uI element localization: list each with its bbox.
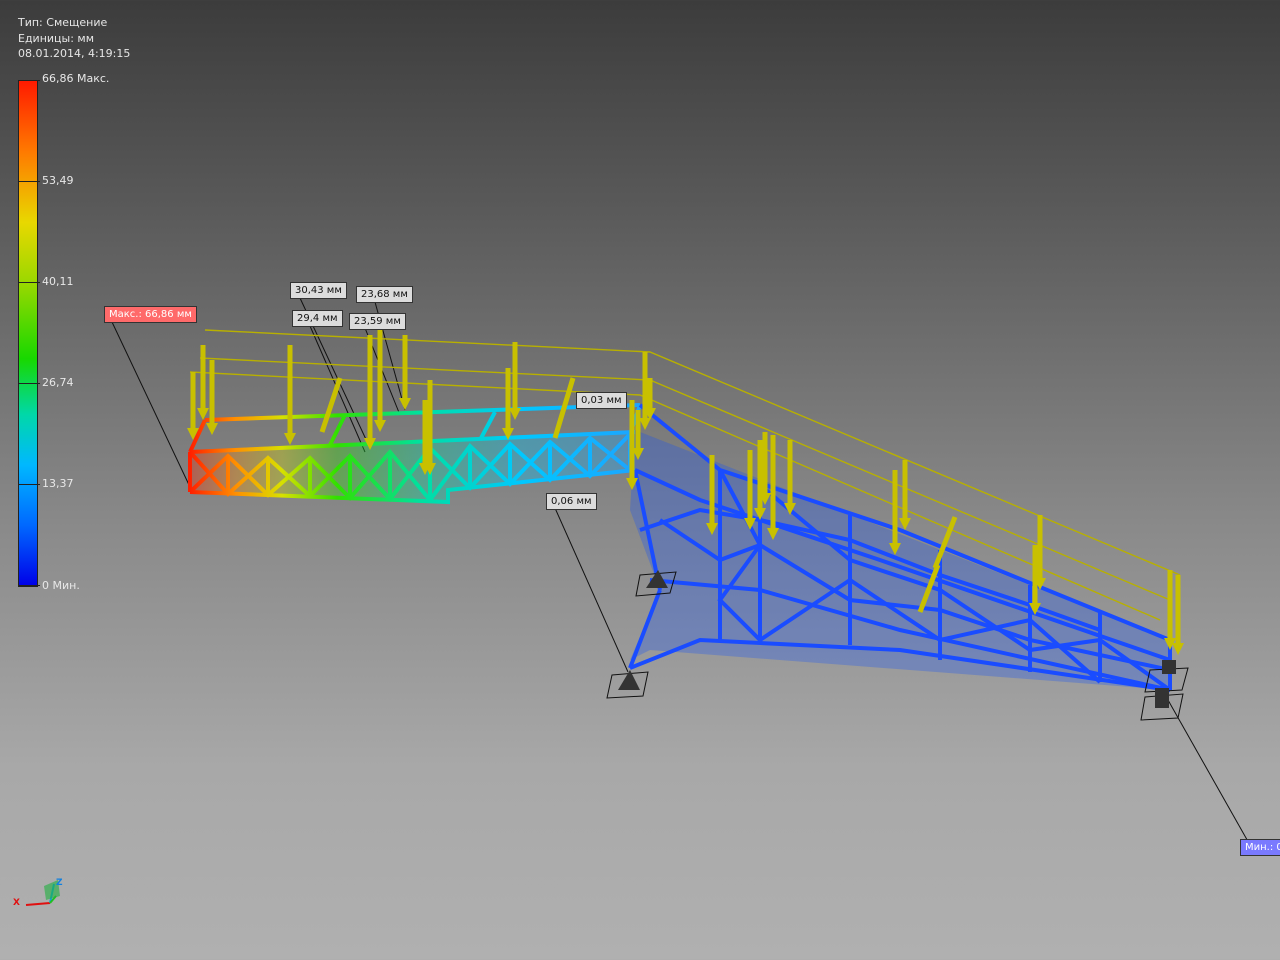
load-arrow-head (284, 433, 296, 445)
axis-z-label: Z (56, 878, 63, 888)
load-arrow-head (399, 398, 411, 410)
load-arrow-head (374, 420, 386, 432)
callout-min[interactable]: Мин.: 0 (1240, 839, 1280, 856)
callout-value[interactable]: 30,43 мм (290, 282, 347, 299)
load-arrow-head (639, 418, 651, 430)
callout-value[interactable]: 0,03 мм (576, 392, 627, 409)
truss-stair-right[interactable] (628, 403, 1172, 692)
load-arrow-head (1172, 643, 1184, 655)
axis-x-label: X (13, 898, 20, 908)
callout-value[interactable]: 23,59 мм (349, 313, 406, 330)
axis-triad[interactable] (25, 880, 60, 906)
callout-value[interactable]: 23,68 мм (356, 286, 413, 303)
callout-value[interactable]: 29,4 мм (292, 310, 343, 327)
load-arrow-diagonal (319, 377, 343, 433)
load-arrow-head (206, 423, 218, 435)
callout-value[interactable]: 0,06 мм (546, 493, 597, 510)
model-viewport[interactable] (0, 0, 1280, 960)
truss-deck-left[interactable] (188, 403, 642, 505)
callout-max[interactable]: Макс.: 66,86 мм (104, 306, 197, 323)
load-arrow-head (509, 408, 521, 420)
